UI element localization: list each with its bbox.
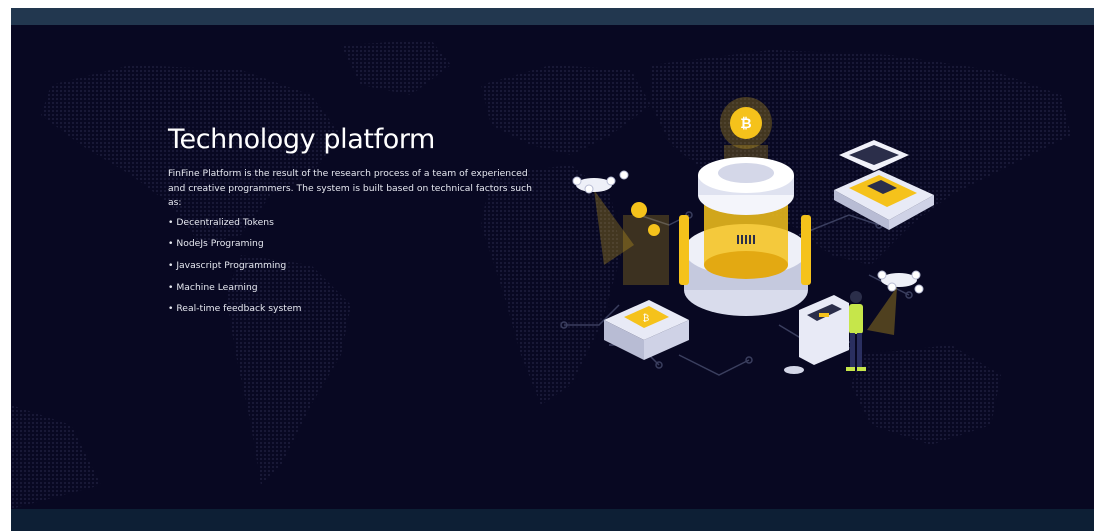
svg-text:₿: ₿ [643, 313, 650, 324]
chip-board [834, 140, 934, 230]
feature-item: • NodeJs Programing [168, 238, 264, 250]
top-nav-bar [11, 8, 1094, 25]
section-description: FinFine Platform is the result of the re… [168, 168, 532, 208]
drone-icon [867, 270, 924, 335]
svg-text:₿: ₿ [740, 116, 751, 132]
server-tower [679, 157, 811, 316]
technology-platform-section: Technology platform FinFine Platform is … [11, 25, 1094, 509]
section-text: Technology platform FinFine Platform is … [168, 124, 548, 324]
bottom-bar [11, 509, 1094, 531]
feature-item: • Machine Learning [168, 281, 258, 293]
feature-item: • Decentralized Tokens [168, 216, 274, 228]
feature-list: • Decentralized Tokens • NodeJs Programi… [168, 216, 548, 324]
feature-item: • Javascript Programming [168, 259, 287, 271]
section-title: Technology platform [168, 124, 435, 155]
feature-item: • Real-time feedback system [168, 303, 302, 315]
blockchain-illustration: ₿ ₿ [560, 97, 934, 376]
